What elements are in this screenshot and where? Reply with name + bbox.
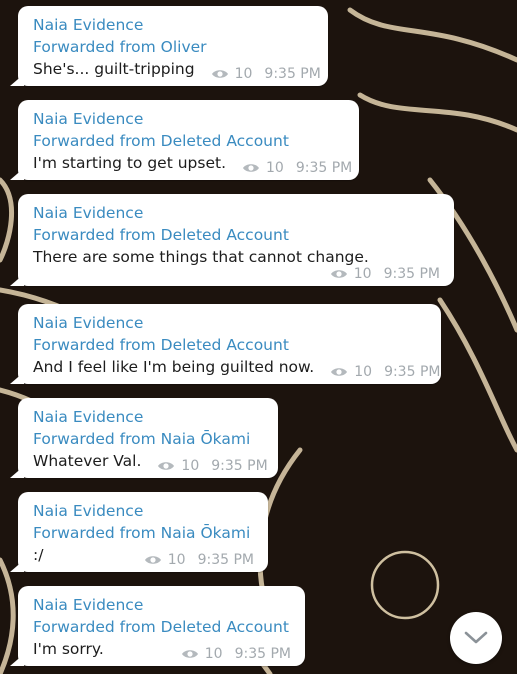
scroll-down-button[interactable] xyxy=(450,612,502,664)
chevron-down-icon xyxy=(464,631,488,644)
forwarded-from[interactable]: Forwarded from Naia Ōkami xyxy=(33,428,264,450)
eye-icon xyxy=(211,70,228,78)
sender-name[interactable]: Naia Evidence xyxy=(33,202,440,224)
message-text: She's... guilt-tripping xyxy=(33,60,195,78)
sender-name[interactable]: Naia Evidence xyxy=(33,406,264,428)
message-bubble[interactable]: Naia Evidence Forwarded from Naia Ōkami … xyxy=(18,492,268,572)
eye-icon xyxy=(144,556,161,564)
message-meta: 10 9:35 PM xyxy=(330,364,440,380)
message-time: 9:35 PM xyxy=(211,458,268,474)
view-count: 10 xyxy=(354,364,373,380)
eye-icon xyxy=(181,650,198,658)
sender-name[interactable]: Naia Evidence xyxy=(33,14,314,36)
message-text: Whatever Val. xyxy=(33,452,142,470)
sender-name[interactable]: Naia Evidence xyxy=(33,594,291,616)
message-time: 9:35 PM xyxy=(383,266,440,282)
view-count: 10 xyxy=(181,458,200,474)
forwarded-from[interactable]: Forwarded from Deleted Account xyxy=(33,224,440,246)
eye-icon xyxy=(158,462,175,470)
message-meta: 10 9:35 PM xyxy=(181,646,291,662)
message-meta: 10 9:35 PM xyxy=(144,552,254,568)
message-meta: 10 9:35 PM xyxy=(157,458,268,474)
forwarded-from[interactable]: Forwarded from Deleted Account xyxy=(33,130,345,152)
forwarded-from[interactable]: Forwarded from Deleted Account xyxy=(33,616,291,638)
view-count: 10 xyxy=(167,552,186,568)
message-text: I'm starting to get upset. xyxy=(33,154,227,172)
forwarded-from[interactable]: Forwarded from Naia Ōkami xyxy=(33,522,254,544)
message-time: 9:35 PM xyxy=(295,160,353,176)
sender-name[interactable]: Naia Evidence xyxy=(33,500,254,522)
view-count: 10 xyxy=(204,646,223,662)
message-bubble[interactable]: Naia Evidence Forwarded from Deleted Acc… xyxy=(18,194,454,286)
message-text: I'm sorry. xyxy=(33,640,104,658)
forwarded-from[interactable]: Forwarded from Deleted Account xyxy=(33,334,427,356)
message-meta: 10 9:35 PM xyxy=(330,266,440,282)
sender-name[interactable]: Naia Evidence xyxy=(33,108,345,130)
message-text: And I feel like I'm being guilted now. xyxy=(33,358,315,376)
message-meta: 10 9:35 PM xyxy=(211,66,321,82)
message-time: 9:35 PM xyxy=(264,66,321,82)
message-time: 9:35 PM xyxy=(197,552,254,568)
message-time: 9:35 PM xyxy=(384,364,441,380)
view-count: 10 xyxy=(353,266,372,282)
message-meta: 10 9:35 PM xyxy=(242,160,352,176)
message-text: There are some things that cannot change… xyxy=(33,248,369,266)
view-count: 10 xyxy=(266,160,284,176)
eye-icon xyxy=(243,164,260,172)
message-text: :/ xyxy=(33,546,44,564)
message-bubble[interactable]: Naia Evidence Forwarded from Oliver She'… xyxy=(18,6,328,86)
forwarded-from[interactable]: Forwarded from Oliver xyxy=(33,36,314,58)
view-count: 10 xyxy=(234,66,253,82)
eye-icon xyxy=(330,270,347,278)
eye-icon xyxy=(331,368,348,376)
message-bubble[interactable]: Naia Evidence Forwarded from Deleted Acc… xyxy=(18,100,359,180)
message-bubble[interactable]: Naia Evidence Forwarded from Naia Ōkami … xyxy=(18,398,278,478)
sender-name[interactable]: Naia Evidence xyxy=(33,312,427,334)
message-bubble[interactable]: Naia Evidence Forwarded from Deleted Acc… xyxy=(18,304,441,384)
message-time: 9:35 PM xyxy=(234,646,291,662)
message-bubble[interactable]: Naia Evidence Forwarded from Deleted Acc… xyxy=(18,586,305,666)
